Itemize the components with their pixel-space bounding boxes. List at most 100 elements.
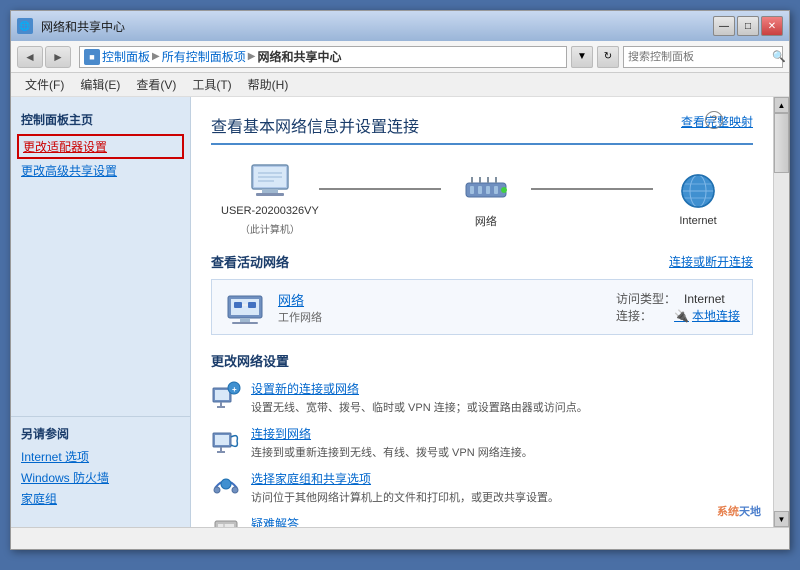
active-networks-title: 查看活动网络 xyxy=(211,252,289,271)
search-box: 🔍 xyxy=(623,46,783,68)
settings-section-title: 更改网络设置 xyxy=(211,351,753,370)
settings-item-title-3[interactable]: 选择家庭组和共享选项 xyxy=(251,470,559,487)
title-icon: 🌐 xyxy=(17,18,33,34)
disconnect-link[interactable]: 连接或断开连接 xyxy=(669,253,753,270)
network-props: 访问类型： Internet 连接： 🔌 本地连接 xyxy=(616,290,740,324)
active-network-icon xyxy=(224,288,266,326)
net-node-computer: USER-20200326VY （此计算机） xyxy=(221,161,319,236)
main-content: 控制面板主页 更改适配器设置 更改高级共享设置 另请参阅 Internet 选项… xyxy=(11,97,789,527)
breadcrumb-bar: ■ 控制面板 ▶ 所有控制面板项 ▶ 网络和共享中心 xyxy=(79,46,567,68)
computer-icon xyxy=(244,161,296,201)
net-node-network: 网络 xyxy=(441,169,531,229)
active-network-box: 网络 工作网络 访问类型： Internet 连接： 🔌 本地连接 xyxy=(211,279,753,335)
title-controls: — □ ✕ xyxy=(713,16,783,36)
search-icon[interactable]: 🔍 xyxy=(772,50,786,63)
menu-edit[interactable]: 编辑(E) xyxy=(72,74,128,95)
connection-label: 连接： xyxy=(616,307,666,324)
sidebar-also-internet[interactable]: Internet 选项 xyxy=(21,446,180,467)
scrollbar: ▲ ▼ xyxy=(773,97,789,527)
connection-icon: 🔌 xyxy=(674,309,689,323)
settings-item-content-4: 疑难解答 xyxy=(251,515,299,527)
sidebar-also-section: 另请参阅 Internet 选项 Windows 防火墙 家庭组 xyxy=(11,416,190,517)
settings-item-4: ! 疑难解答 xyxy=(211,515,753,527)
settings-item-1: + 设置新的连接或网络 设置无线、宽带、拨号、临时或 VPN 连接；或设置路由器… xyxy=(211,380,753,415)
refresh-button[interactable]: ↻ xyxy=(597,46,619,68)
settings-icon-1: + xyxy=(211,380,241,408)
active-networks-header: 查看活动网络 连接或断开连接 xyxy=(211,252,753,271)
settings-item-desc-1: 设置无线、宽带、拨号、临时或 VPN 连接；或设置路由器或访问点。 xyxy=(251,399,588,415)
breadcrumb-item-3: 网络和共享中心 xyxy=(257,48,341,65)
minimize-button[interactable]: — xyxy=(713,16,735,36)
node-internet-label: Internet xyxy=(679,215,716,227)
settings-item-content-3: 选择家庭组和共享选项 访问位于其他网络计算机上的文件和打印机，或更改共享设置。 xyxy=(251,470,559,505)
breadcrumb-item-1[interactable]: 控制面板 xyxy=(102,48,150,65)
window-title: 网络和共享中心 xyxy=(41,18,125,35)
sidebar-also-title: 另请参阅 xyxy=(21,425,180,442)
menu-bar: 文件(F) 编辑(E) 查看(V) 工具(T) 帮助(H) xyxy=(11,73,789,97)
scroll-thumb[interactable] xyxy=(774,113,789,173)
settings-item-content-2: 连接到网络 连接到或重新连接到无线、有线、拨号或 VPN 网络连接。 xyxy=(251,425,533,460)
connector-1 xyxy=(319,188,441,190)
settings-icon-4: ! xyxy=(211,515,241,527)
scroll-down-button[interactable]: ▼ xyxy=(774,511,789,527)
watermark: 系统天地 xyxy=(717,503,761,519)
address-dropdown-button[interactable]: ▼ xyxy=(571,46,593,68)
sidebar-section-title: 控制面板主页 xyxy=(11,107,190,134)
menu-file[interactable]: 文件(F) xyxy=(17,74,72,95)
menu-tools[interactable]: 工具(T) xyxy=(184,74,239,95)
access-type-row: 访问类型： Internet xyxy=(616,290,740,307)
network-info: 网络 工作网络 xyxy=(278,290,604,325)
back-button[interactable]: ◄ xyxy=(17,46,43,68)
content-area: 查看基本网络信息并设置连接 查看完整映射 xyxy=(191,97,773,527)
connection-row: 连接： 🔌 本地连接 xyxy=(616,307,740,324)
breadcrumb-item-2[interactable]: 所有控制面板项 xyxy=(162,48,246,65)
sidebar-link-sharing[interactable]: 更改高级共享设置 xyxy=(11,159,190,182)
breadcrumb-sep-2: ▶ xyxy=(248,51,256,62)
network-type-label: 工作网络 xyxy=(278,309,604,325)
connection-value: 本地连接 xyxy=(692,307,740,324)
status-bar xyxy=(11,527,789,549)
forward-button[interactable]: ► xyxy=(45,46,71,68)
settings-item-3: 选择家庭组和共享选项 访问位于其他网络计算机上的文件和打印机，或更改共享设置。 xyxy=(211,470,753,505)
node-computer-sublabel: （此计算机） xyxy=(240,221,300,236)
settings-item-title-2[interactable]: 连接到网络 xyxy=(251,425,533,442)
access-type-value: Internet xyxy=(684,292,725,306)
title-bar-left: 🌐 网络和共享中心 xyxy=(17,18,125,35)
settings-item-title-4[interactable]: 疑难解答 xyxy=(251,515,299,527)
connector-2 xyxy=(531,188,653,190)
title-bar: 🌐 网络和共享中心 — □ ✕ xyxy=(11,11,789,41)
scroll-track xyxy=(774,113,789,511)
settings-item-title-1[interactable]: 设置新的连接或网络 xyxy=(251,380,588,397)
help-icon[interactable]: ? xyxy=(705,111,723,129)
sidebar: 控制面板主页 更改适配器设置 更改高级共享设置 另请参阅 Internet 选项… xyxy=(11,97,191,527)
menu-help[interactable]: 帮助(H) xyxy=(240,74,297,95)
sidebar-also-firewall[interactable]: Windows 防火墙 xyxy=(21,467,180,488)
close-button[interactable]: ✕ xyxy=(761,16,783,36)
settings-item-desc-3: 访问位于其他网络计算机上的文件和打印机，或更改共享设置。 xyxy=(251,489,559,505)
node-network-label: 网络 xyxy=(475,213,497,229)
network-icon xyxy=(460,169,512,209)
sidebar-spacer xyxy=(11,182,190,416)
main-window: 🌐 网络和共享中心 — □ ✕ ◄ ► ■ 控制面板 ▶ 所有控制面板项 ▶ 网… xyxy=(10,10,790,550)
connection-value-link[interactable]: 🔌 本地连接 xyxy=(674,307,740,324)
search-input[interactable] xyxy=(628,51,770,63)
breadcrumb-icon: ■ xyxy=(84,49,100,65)
sidebar-also-homegroup[interactable]: 家庭组 xyxy=(21,488,180,509)
address-bar: ◄ ► ■ 控制面板 ▶ 所有控制面板项 ▶ 网络和共享中心 ▼ ↻ 🔍 xyxy=(11,41,789,73)
content-title: 查看基本网络信息并设置连接 xyxy=(211,113,753,145)
net-node-internet: Internet xyxy=(653,171,743,227)
network-name-link[interactable]: 网络 xyxy=(278,290,604,309)
settings-item-2: 连接到网络 连接到或重新连接到无线、有线、拨号或 VPN 网络连接。 xyxy=(211,425,753,460)
nav-buttons: ◄ ► xyxy=(17,46,71,68)
scroll-up-button[interactable]: ▲ xyxy=(774,97,789,113)
globe-icon xyxy=(674,171,722,211)
menu-view[interactable]: 查看(V) xyxy=(128,74,184,95)
settings-icon-2 xyxy=(211,425,241,453)
sidebar-link-adapter[interactable]: 更改适配器设置 xyxy=(17,134,184,159)
network-diagram: USER-20200326VY （此计算机） xyxy=(211,161,753,236)
access-type-label: 访问类型： xyxy=(616,290,676,307)
settings-item-desc-2: 连接到或重新连接到无线、有线、拨号或 VPN 网络连接。 xyxy=(251,444,533,460)
breadcrumb-sep-1: ▶ xyxy=(152,51,160,62)
maximize-button[interactable]: □ xyxy=(737,16,759,36)
settings-icon-3 xyxy=(211,470,241,498)
